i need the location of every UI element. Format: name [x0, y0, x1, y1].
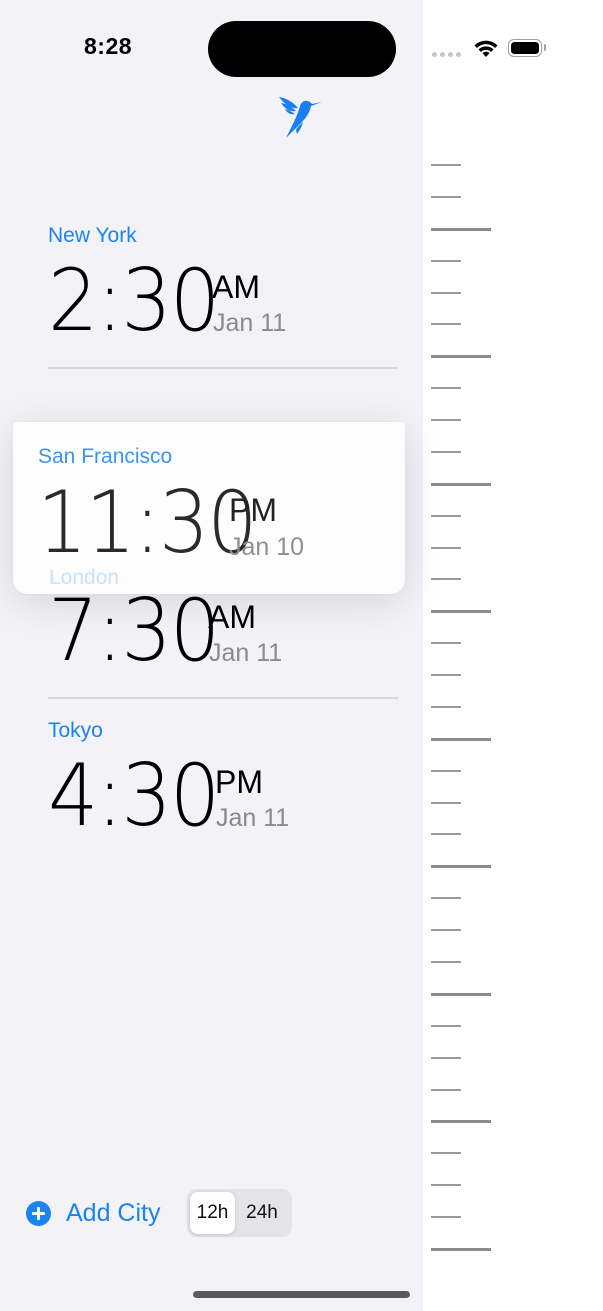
ruler-major-tick — [431, 228, 491, 231]
ruler-minor-tick — [431, 833, 461, 835]
ruler-minor-tick — [431, 1184, 461, 1186]
home-indicator[interactable] — [193, 1291, 410, 1298]
city-name: New York — [48, 224, 137, 247]
ruler-minor-tick — [431, 323, 461, 325]
ruler-minor-tick — [431, 515, 461, 517]
city-date: Jan 11 — [213, 309, 287, 337]
city-time: 11:30 — [37, 473, 258, 573]
format-option-12h[interactable]: 12h — [190, 1192, 235, 1234]
ruler-minor-tick — [431, 706, 461, 708]
hummingbird-icon — [279, 97, 322, 138]
ruler-minor-tick — [431, 929, 461, 931]
ruler-minor-tick — [431, 196, 461, 198]
ruler-minor-tick — [431, 451, 461, 453]
add-city-label: Add City — [66, 1199, 161, 1227]
ruler-minor-tick — [431, 642, 461, 644]
plus-circle-icon — [26, 1201, 51, 1226]
ruler-major-tick — [431, 1248, 491, 1251]
signal-dots-icon — [432, 52, 461, 57]
city-time: 7:30 — [48, 581, 220, 681]
ruler-minor-tick — [431, 1057, 461, 1059]
ruler-minor-tick — [431, 419, 461, 421]
city-time: 2:30 — [48, 251, 220, 351]
city-period: PM — [229, 492, 277, 528]
ruler-minor-tick — [431, 770, 461, 772]
city-name: Tokyo — [48, 719, 103, 742]
city-date: Jan 11 — [209, 639, 283, 667]
wifi-icon — [474, 40, 498, 57]
city-period: PM — [215, 764, 263, 800]
status-bar-time: 8:28 — [84, 33, 133, 59]
time-format-toggle[interactable]: 12h 24h — [187, 1189, 292, 1237]
ruler-major-tick — [431, 993, 491, 996]
city-time: 4:30 — [48, 746, 220, 846]
format-option-24h[interactable]: 24h — [235, 1192, 289, 1234]
ruler-minor-tick — [431, 1089, 461, 1091]
ruler-major-tick — [431, 355, 491, 358]
ruler-minor-tick — [431, 260, 461, 262]
city-name-london-behind: London — [49, 566, 120, 589]
ruler-minor-tick — [431, 802, 461, 804]
ruler-major-tick — [431, 865, 491, 868]
ruler-major-tick — [431, 1120, 491, 1123]
city-date: Jan 10 — [229, 533, 305, 561]
dynamic-island — [208, 21, 396, 77]
ruler-minor-tick — [431, 1216, 461, 1218]
row-separator — [48, 697, 398, 699]
ruler-major-tick — [431, 483, 491, 486]
dragging-city-card-san-francisco[interactable]: San Francisco 11:30 PM Jan 10 London — [13, 422, 405, 594]
ruler-minor-tick — [431, 292, 461, 294]
ruler-minor-tick — [431, 387, 461, 389]
city-period: AM — [212, 269, 260, 305]
ruler-minor-tick — [431, 961, 461, 963]
ruler-minor-tick — [431, 1152, 461, 1154]
ruler-major-tick — [431, 610, 491, 613]
battery-icon — [508, 39, 542, 57]
city-date: Jan 11 — [216, 804, 290, 832]
ruler-minor-tick — [431, 547, 461, 549]
ruler-minor-tick — [431, 674, 461, 676]
city-period: AM — [208, 599, 256, 635]
ruler-major-tick — [431, 738, 491, 741]
ruler-minor-tick — [431, 1025, 461, 1027]
add-city-button[interactable]: Add City — [26, 1199, 160, 1228]
row-separator — [48, 367, 398, 369]
battery-nub — [544, 44, 546, 51]
ruler-minor-tick — [431, 164, 461, 166]
ruler-minor-tick — [431, 897, 461, 899]
city-name: San Francisco — [38, 445, 173, 468]
ruler-minor-tick — [431, 578, 461, 580]
